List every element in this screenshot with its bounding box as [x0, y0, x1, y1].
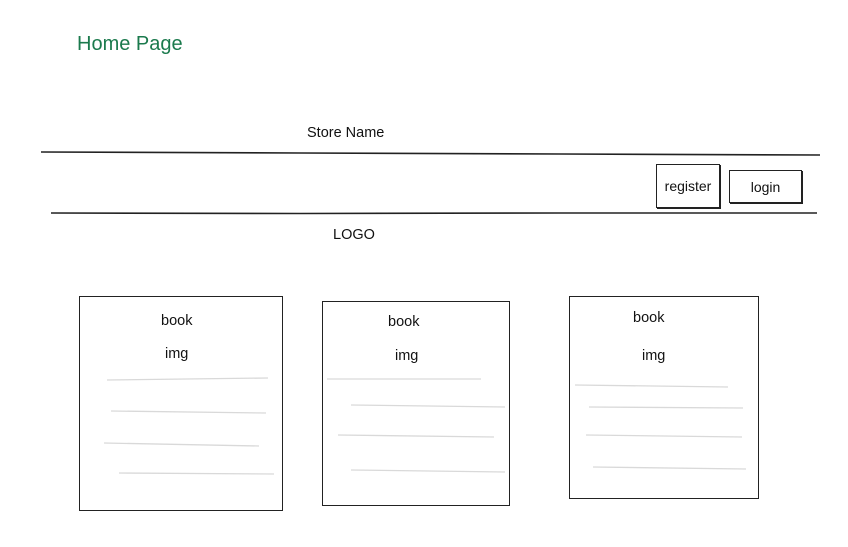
book-image-placeholder: img: [642, 348, 666, 364]
navbar-bottom-line: [50, 212, 817, 215]
page-title: Home Page: [77, 33, 183, 55]
store-name: Store Name: [307, 125, 385, 141]
book-image-placeholder: img: [165, 346, 189, 362]
book-card[interactable]: book img: [79, 296, 283, 511]
logo: LOGO: [333, 227, 375, 243]
book-title: book: [388, 314, 420, 330]
book-title: book: [161, 313, 193, 329]
navbar-top-line: [40, 151, 821, 156]
book-card[interactable]: book img: [322, 301, 510, 506]
register-button[interactable]: register: [656, 164, 720, 208]
book-card[interactable]: book img: [569, 296, 759, 499]
login-button[interactable]: login: [729, 170, 802, 203]
book-image-placeholder: img: [395, 348, 419, 364]
book-title: book: [633, 310, 665, 326]
